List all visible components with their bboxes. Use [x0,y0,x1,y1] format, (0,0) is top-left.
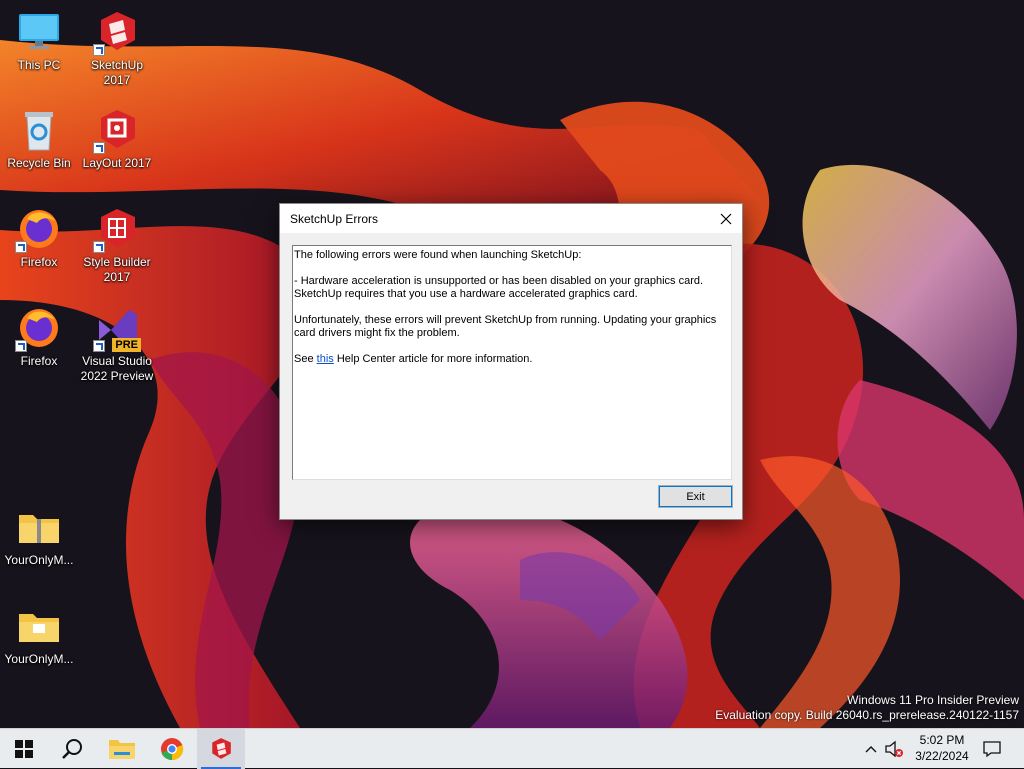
desktop-icon-zip-folder[interactable]: YourOnlyM... [0,505,78,568]
chrome-icon [161,738,184,761]
computer-icon [17,10,61,54]
desktop-icon-label: YourOnlyM... [4,553,74,567]
file-explorer-button[interactable] [98,729,146,769]
help-center-sentence: See this Help Center article for more in… [294,353,729,366]
desktop-icon-firefox[interactable]: Firefox [0,207,78,270]
see-prefix: See [294,353,317,365]
error-consequence: Unfortunately, these errors will prevent… [294,314,717,339]
volume-muted-icon [885,740,903,758]
show-hidden-icons-button[interactable] [860,729,882,769]
zip-folder-icon [17,505,61,549]
shortcut-arrow-icon [15,340,27,352]
dialog-title: SketchUp Errors [290,212,379,226]
taskbar: 5:02 PM 3/22/2024 [0,728,1024,769]
desktop-icon-label: Firefox [20,354,58,368]
desktop-icon-label: SketchUp 2017 [90,58,144,87]
volume-button[interactable] [882,729,906,769]
sketchup-errors-dialog: SketchUp Errors The following errors wer… [279,203,743,520]
firefox-icon [15,306,61,352]
help-center-link[interactable]: this [317,353,334,365]
search-icon [62,739,82,759]
clock-date: 3/22/2024 [915,749,969,763]
desktop-icon-recycle-bin[interactable]: Recycle Bin [0,108,78,171]
desktop-icon-visual-studio[interactable]: PRE Visual Studio 2022 Preview [78,306,156,384]
desktop-icon-label: Visual Studio 2022 Preview [80,354,154,383]
desktop-icon-firefox-2[interactable]: Firefox [0,306,78,369]
visual-studio-icon: PRE [93,306,141,352]
error-hardware-acceleration: - Hardware acceleration is unsupported o… [294,275,704,300]
error-message-box[interactable]: The following errors were found when lau… [292,245,732,480]
sketchup-icon [93,10,139,56]
desktop-icon-style-builder[interactable]: Style Builder 2017 [78,207,156,285]
shortcut-arrow-icon [93,142,105,154]
search-button[interactable] [48,729,96,769]
firefox-icon [15,207,61,253]
start-icon [15,740,33,758]
sketchup-icon [212,738,231,759]
start-button[interactable] [0,729,48,769]
folder-icon [17,604,61,648]
windows-watermark: Windows 11 Pro Insider Preview Evaluatio… [715,693,1019,723]
exit-button[interactable]: Exit [658,485,733,508]
error-intro: The following errors were found when lau… [294,249,582,261]
chrome-button[interactable] [148,729,196,769]
desktop-icon-label: This PC [17,58,61,72]
watermark-edition: Windows 11 Pro Insider Preview [847,693,1019,707]
sketchup-taskbar-button[interactable] [197,729,245,769]
desktop-icon-folder[interactable]: YourOnlyM... [0,604,78,667]
desktop-icon-sketchup[interactable]: SketchUp 2017 [78,10,156,88]
shortcut-arrow-icon [93,44,105,56]
pre-badge: PRE [112,338,141,352]
dialog-titlebar[interactable]: SketchUp Errors [280,204,742,233]
desktop-icon-label: YourOnlyM... [4,652,74,666]
shortcut-arrow-icon [15,241,27,253]
style-builder-icon [93,207,139,253]
clock-time: 5:02 PM [919,733,965,747]
watermark-build: Evaluation copy. Build 26040.rs_prerelea… [715,708,1019,722]
desktop-icon-layout[interactable]: LayOut 2017 [78,108,156,171]
desktop-icon-label: Firefox [20,255,58,269]
file-explorer-icon [109,740,135,759]
desktop-icon-this-pc[interactable]: This PC [0,10,78,73]
notification-center-button[interactable] [978,729,1006,769]
see-suffix: Help Center article for more information… [333,353,533,365]
recycle-bin-icon [17,108,61,152]
shortcut-arrow-icon [93,241,105,253]
dialog-close-button[interactable] [710,204,742,233]
notification-icon [983,741,1001,758]
desktop-icon-label: Recycle Bin [7,156,71,170]
layout-icon [93,108,139,154]
shortcut-arrow-icon [93,340,105,352]
close-icon [720,213,732,224]
taskbar-clock[interactable]: 5:02 PM 3/22/2024 [906,732,978,764]
desktop-icon-label: Style Builder 2017 [83,255,151,284]
chevron-up-icon [865,746,877,753]
desktop-icon-label: LayOut 2017 [82,156,152,170]
